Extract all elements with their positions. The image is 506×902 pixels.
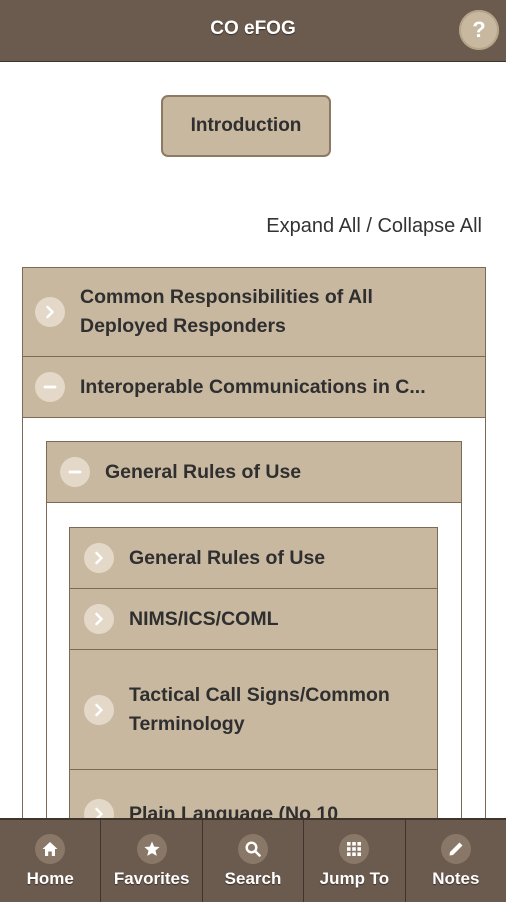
search-icon <box>238 834 269 864</box>
nav-home-label: Home <box>26 869 74 888</box>
app-header: CO eFOG ? <box>0 0 506 62</box>
nav-favorites[interactable]: Favorites <box>101 820 203 902</box>
chevron-right-icon <box>84 694 114 725</box>
section-label: Interoperable Communications in C... <box>80 375 426 398</box>
nav-jump-to-label: Jump To <box>319 869 390 888</box>
list-item[interactable]: Tactical Call Signs/Common Terminology <box>69 649 438 770</box>
subsection-label: General Rules of Use <box>105 460 302 483</box>
expand-collapse-controls: Expand All / Collapse All <box>266 215 482 238</box>
pencil-icon <box>440 834 471 864</box>
nav-home[interactable]: Home <box>0 820 102 902</box>
list-item-label: General Rules of Use <box>129 546 326 569</box>
app-title: CO eFOG <box>210 18 296 39</box>
nav-notes[interactable]: Notes <box>406 820 506 902</box>
minus-icon <box>60 457 90 487</box>
home-icon <box>35 834 66 864</box>
list-item[interactable]: NIMS/ICS/COML <box>69 588 438 650</box>
nav-jump-to[interactable]: Jump To <box>304 820 406 902</box>
list-item[interactable]: General Rules of Use <box>69 527 438 589</box>
nav-search-label: Search <box>224 869 282 888</box>
nav-favorites-label: Favorites <box>113 869 190 888</box>
grid-icon <box>339 834 370 864</box>
section-label: Common Responsibilities of All Deployed … <box>80 286 373 337</box>
nav-search[interactable]: Search <box>203 820 305 902</box>
bottom-nav: Home Favorites Search Jump To Notes <box>0 818 506 902</box>
section-common-responsibilities[interactable]: Common Responsibilities of All Deployed … <box>22 267 486 357</box>
expand-collapse-separator: / <box>360 215 378 237</box>
star-icon <box>136 834 167 864</box>
list-item-label: Tactical Call Signs/Common Terminology <box>129 683 390 735</box>
introduction-button[interactable]: Introduction <box>161 95 331 157</box>
help-button[interactable]: ? <box>459 10 499 50</box>
nav-notes-label: Notes <box>432 869 480 888</box>
chevron-right-icon <box>84 543 114 573</box>
chevron-right-icon <box>84 604 114 634</box>
expand-all-link[interactable]: Expand All <box>266 215 361 237</box>
subsection-general-rules-of-use[interactable]: General Rules of Use <box>46 441 462 503</box>
list-item-label: NIMS/ICS/COML <box>129 607 279 630</box>
collapse-all-link[interactable]: Collapse All <box>377 215 482 237</box>
chevron-right-icon <box>35 297 65 327</box>
minus-icon <box>35 372 65 402</box>
section-interoperable-communications[interactable]: Interoperable Communications in C... <box>22 356 486 418</box>
